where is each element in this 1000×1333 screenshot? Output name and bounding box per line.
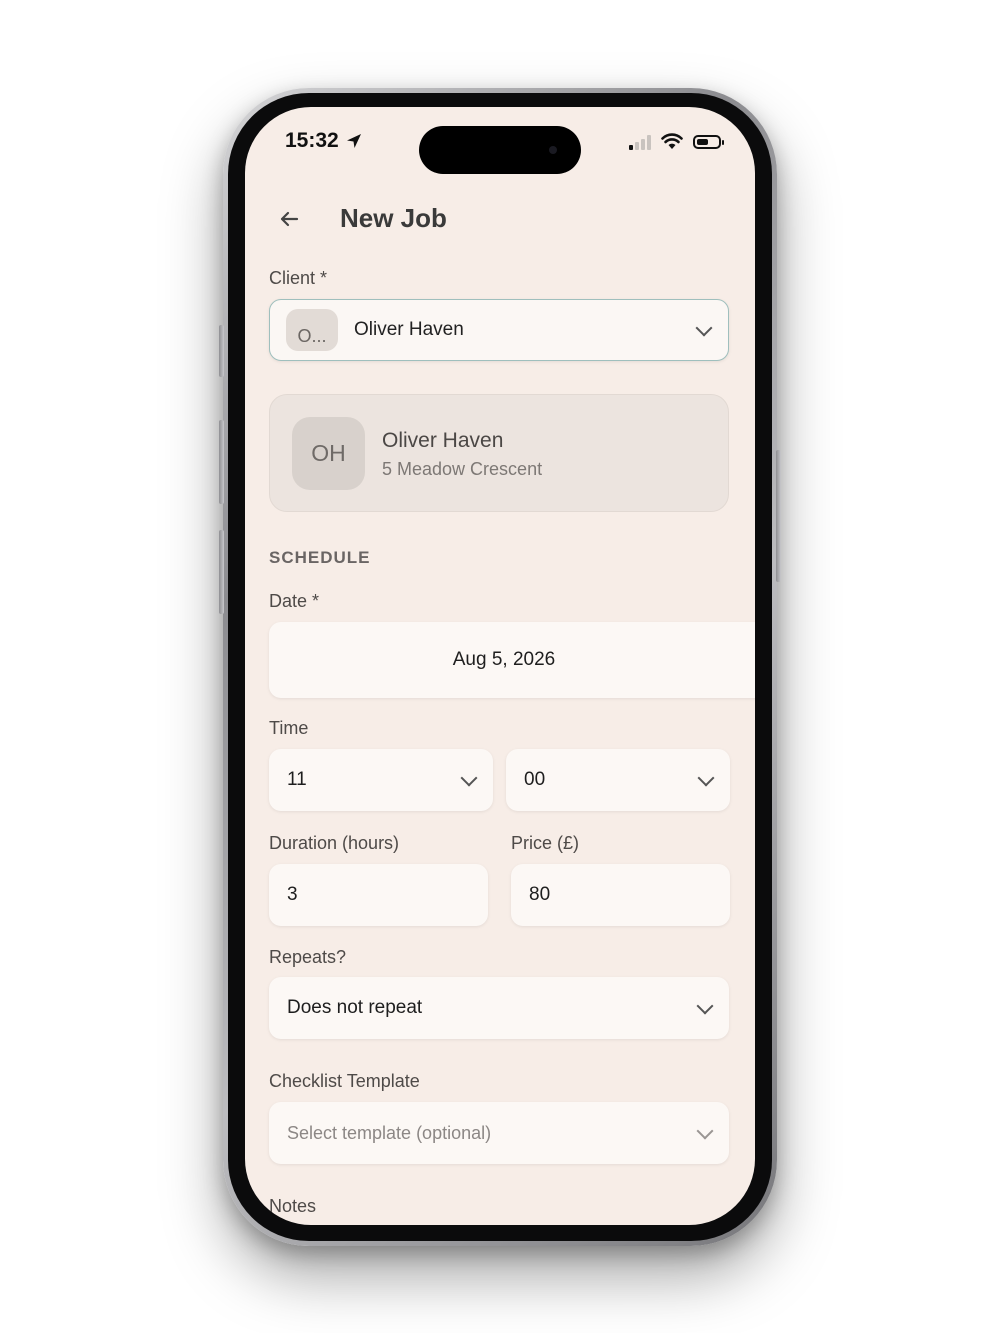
avatar: OH: [292, 417, 365, 490]
action-button: [219, 325, 224, 377]
client-card: OH Oliver Haven 5 Meadow Crescent: [269, 394, 729, 512]
client-chip: O...: [286, 309, 338, 351]
notes-label: Notes: [269, 1196, 317, 1216]
hour-select[interactable]: 11: [269, 749, 493, 811]
status-indicators: [629, 133, 724, 150]
status-time: 15:32: [285, 129, 363, 153]
page-title: New Job: [340, 203, 447, 233]
price-label: Price (£): [511, 833, 580, 853]
client-label: Client *: [269, 268, 328, 288]
chevron-down-icon: [460, 769, 478, 787]
duration-input[interactable]: 3: [269, 864, 488, 926]
dynamic-island: [419, 126, 581, 174]
battery-level: [697, 138, 708, 145]
chevron-down-icon: [697, 769, 715, 787]
time-label: Time: [269, 718, 309, 738]
cellular-signal-icon: [629, 134, 651, 150]
repeat-select[interactable]: Does not repeat: [269, 977, 729, 1039]
chevron-down-icon: [695, 319, 713, 337]
duration-label: Duration (hours): [269, 833, 400, 853]
camera-dot: [549, 146, 557, 154]
chevron-down-icon: [696, 997, 714, 1015]
schedule-section-title: SCHEDULE: [269, 548, 371, 567]
date-value: Aug 5, 2026: [452, 649, 556, 670]
duration-value: 3: [287, 884, 298, 905]
client-card-address: 5 Meadow Crescent: [382, 459, 543, 479]
minute-value: 00: [524, 769, 546, 790]
battery-icon: [693, 134, 724, 149]
app-header: New Job: [275, 203, 447, 234]
client-card-name: Oliver Haven: [382, 429, 504, 452]
date-picker[interactable]: Aug 5, 2026: [269, 622, 755, 698]
client-selected-name: Oliver Haven: [354, 319, 464, 340]
power-button: [776, 450, 781, 582]
back-arrow-icon[interactable]: [275, 205, 303, 233]
checklist-placeholder: Select template (optional): [287, 1122, 492, 1143]
minute-select[interactable]: 00: [506, 749, 730, 811]
location-arrow-icon: [346, 134, 361, 148]
price-value: 80: [529, 884, 551, 905]
repeats-label: Repeats?: [269, 947, 347, 967]
hour-value: 11: [287, 769, 307, 790]
checklist-label: Checklist Template: [269, 1071, 420, 1091]
checklist-template-select[interactable]: Select template (optional): [269, 1102, 729, 1164]
repeat-value: Does not repeat: [287, 997, 423, 1018]
status-time-text: 15:32: [285, 129, 339, 152]
wifi-icon: [661, 133, 683, 149]
volume-up-button: [219, 420, 224, 504]
date-label: Date *: [269, 591, 320, 611]
client-select[interactable]: O... Oliver Haven: [269, 299, 729, 361]
volume-down-button: [219, 530, 224, 614]
chevron-down-icon: [696, 1122, 714, 1140]
price-input[interactable]: 80: [511, 864, 730, 926]
phone-screen: 15:32 New Job Client * O... Oliver Haven…: [245, 107, 755, 1225]
